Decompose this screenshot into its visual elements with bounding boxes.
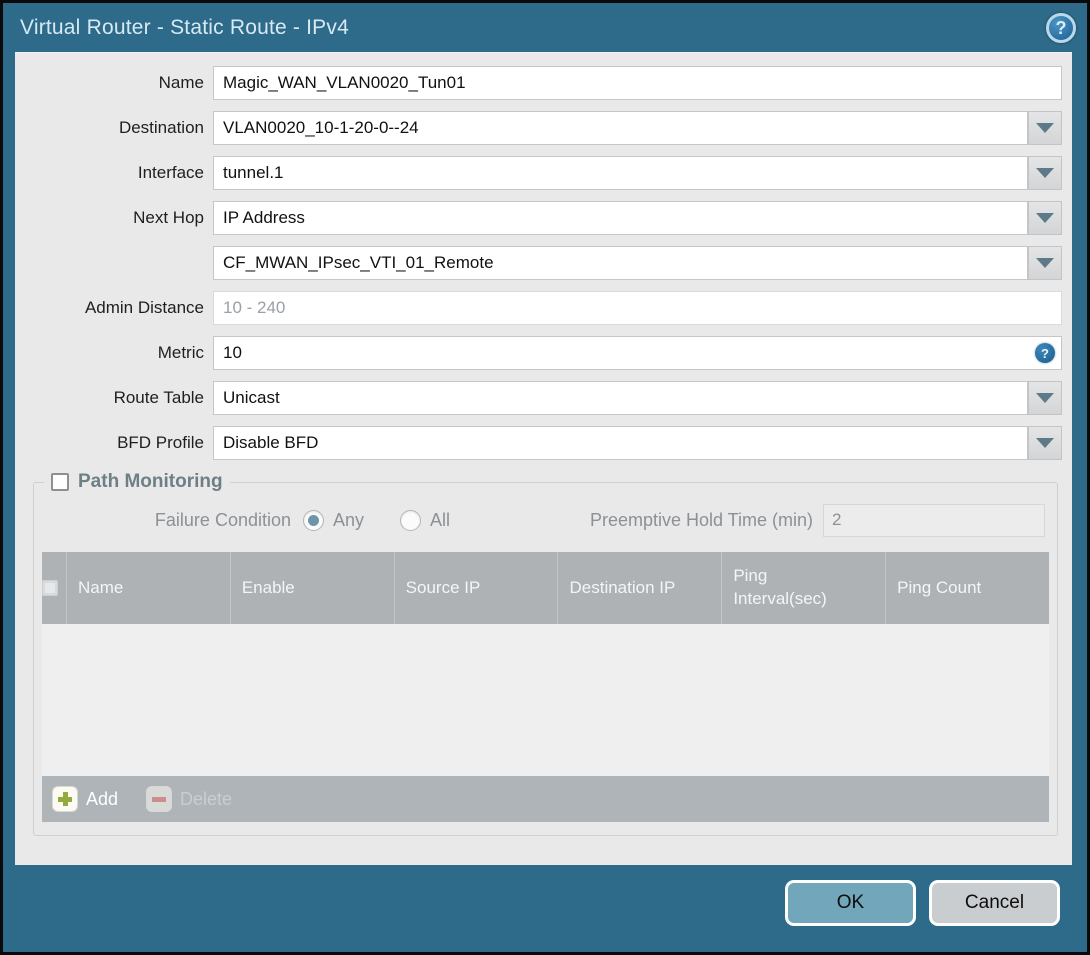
field-row-bfd-profile: BFD Profile [15, 426, 1062, 460]
route-table-input[interactable] [213, 381, 1028, 415]
failure-condition-option-any-label: Any [333, 509, 365, 530]
field-row-interface: Interface [15, 156, 1062, 190]
name-label: Name [158, 73, 204, 92]
chevron-down-icon [1036, 258, 1054, 268]
table-header-destination-ip: Destination IP [557, 552, 721, 624]
radio-dot-icon [308, 514, 319, 526]
delete-button[interactable]: Delete [146, 786, 232, 812]
bfd-profile-input[interactable] [213, 426, 1028, 460]
dialog-titlebar: Virtual Router - Static Route - IPv4 ? [3, 3, 1087, 52]
admin-distance-label: Admin Distance [84, 298, 204, 317]
minus-icon [146, 786, 173, 812]
field-row-route-table: Route Table [15, 381, 1062, 415]
chevron-down-icon [1036, 213, 1054, 223]
cancel-button[interactable]: Cancel [929, 880, 1060, 926]
interface-dropdown-button[interactable] [1028, 156, 1062, 190]
metric-label: Metric [157, 343, 204, 362]
path-monitoring-table: Name Enable Source IP Destination IP Pin… [42, 552, 1049, 822]
table-header-row: Name Enable Source IP Destination IP Pin… [42, 552, 1049, 624]
dialog-body: Name Destination Interface Next Hop [15, 52, 1072, 865]
chevron-down-icon [1036, 123, 1054, 133]
metric-info-icon[interactable]: ? [1035, 343, 1055, 363]
add-button[interactable]: Add [52, 786, 118, 812]
interface-input[interactable] [213, 156, 1028, 190]
field-row-name: Name [15, 66, 1062, 100]
table-body-empty [42, 624, 1049, 776]
field-row-metric: Metric ? [15, 336, 1062, 370]
path-monitoring-title: Path Monitoring [78, 471, 223, 492]
destination-input[interactable] [213, 111, 1028, 145]
failure-condition-label: Failure Condition [154, 509, 291, 530]
failure-condition-option-all-label: All [430, 509, 451, 530]
field-row-admin-distance: Admin Distance [15, 291, 1062, 325]
path-monitoring-group: Path Monitoring Failure Condition Any Al… [33, 471, 1058, 836]
metric-input[interactable] [213, 336, 1062, 370]
plus-icon [52, 786, 78, 812]
failure-condition-radio-all[interactable] [400, 509, 422, 531]
route-table-dropdown-button[interactable] [1028, 381, 1062, 415]
path-monitoring-legend: Path Monitoring [44, 471, 230, 493]
chevron-down-icon [1036, 168, 1054, 178]
table-header-name: Name [66, 552, 230, 624]
bfd-profile-label: BFD Profile [117, 433, 204, 452]
table-header-checkbox-cell [42, 552, 66, 624]
field-row-destination: Destination [15, 111, 1062, 145]
table-header-ping-interval: Ping Interval(sec) [721, 552, 885, 624]
destination-dropdown-button[interactable] [1028, 111, 1062, 145]
table-footer-bar: Add Delete [42, 776, 1049, 822]
failure-condition-row: Failure Condition Any All Preemptive Hol… [41, 503, 1045, 537]
next-hop-type-input[interactable] [213, 201, 1028, 235]
dialog-footer-buttons: OK Cancel [785, 880, 1060, 926]
next-hop-type-dropdown-button[interactable] [1028, 201, 1062, 235]
select-all-checkbox[interactable] [42, 580, 58, 596]
dialog-title: Virtual Router - Static Route - IPv4 [20, 15, 349, 39]
name-input[interactable] [213, 66, 1062, 100]
chevron-down-icon [1036, 393, 1054, 403]
table-header-source-ip: Source IP [393, 552, 558, 624]
ok-button[interactable]: OK [785, 880, 916, 926]
next-hop-address-dropdown-button[interactable] [1028, 246, 1062, 280]
preemptive-hold-time-label: Preemptive Hold Time (min) [589, 509, 813, 530]
table-header-enable: Enable [229, 552, 394, 624]
table-header-ping-count: Ping Count [885, 552, 1049, 624]
dialog-frame: Virtual Router - Static Route - IPv4 ? N… [0, 0, 1090, 955]
chevron-down-icon [1036, 438, 1054, 448]
field-row-next-hop: Next Hop [15, 201, 1062, 235]
preemptive-hold-time-input[interactable] [823, 503, 1045, 537]
next-hop-label: Next Hop [133, 208, 204, 227]
path-monitoring-checkbox[interactable] [51, 473, 69, 491]
help-icon[interactable]: ? [1046, 13, 1076, 43]
failure-condition-radio-any[interactable] [303, 509, 324, 531]
destination-label: Destination [118, 118, 204, 137]
next-hop-address-input[interactable] [213, 246, 1028, 280]
bfd-profile-dropdown-button[interactable] [1028, 426, 1062, 460]
route-table-label: Route Table [113, 388, 204, 407]
admin-distance-input[interactable] [213, 291, 1062, 325]
field-row-next-hop-address [15, 246, 1062, 280]
interface-label: Interface [137, 163, 204, 182]
